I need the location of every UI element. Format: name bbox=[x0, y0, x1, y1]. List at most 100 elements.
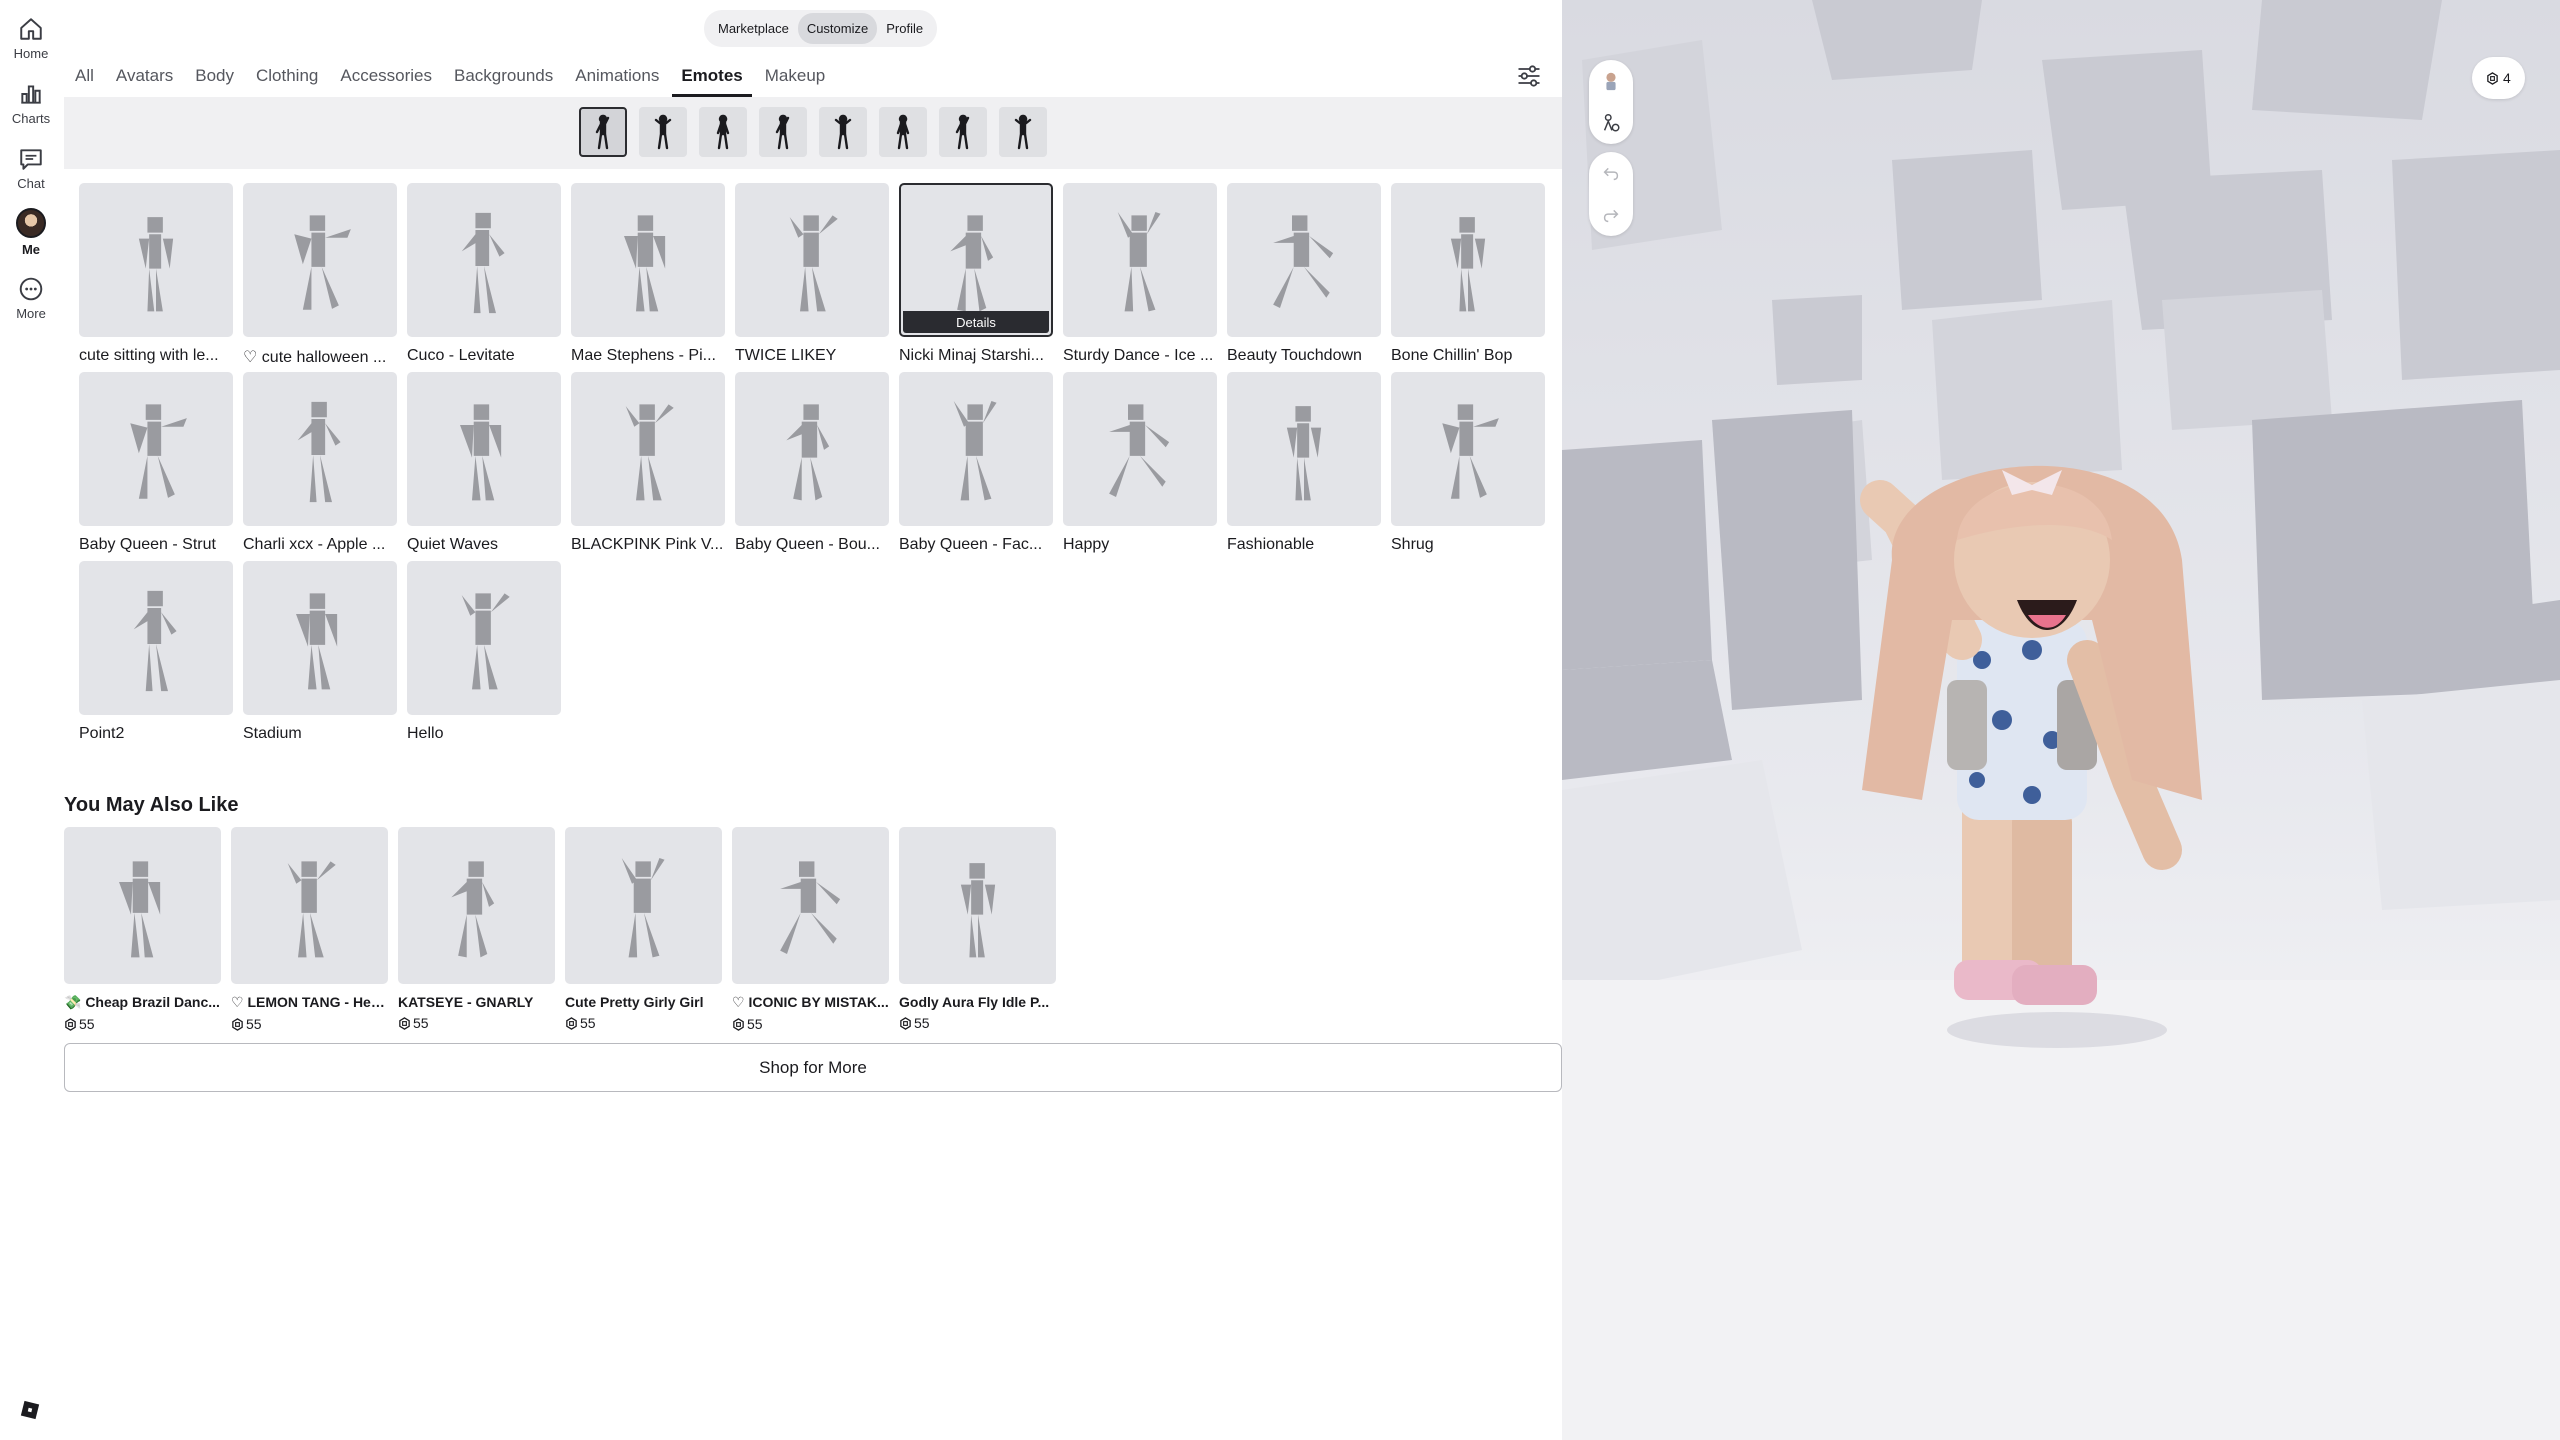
shop-for-more-button[interactable]: Shop for More bbox=[64, 1043, 1562, 1092]
recommended-price: 55 bbox=[231, 1016, 388, 1032]
filter-icon[interactable] bbox=[1515, 62, 1543, 90]
tab-clothing[interactable]: Clothing bbox=[245, 55, 329, 97]
details-button[interactable]: Details bbox=[903, 311, 1049, 333]
emote-pose-icon bbox=[138, 217, 174, 312]
emote-name: Stadium bbox=[243, 725, 302, 742]
emote-pose-icon bbox=[625, 404, 674, 501]
emote-card[interactable]: Quiet Waves bbox=[407, 372, 561, 554]
emote-slot-1[interactable] bbox=[579, 107, 627, 157]
recommended-price: 55 bbox=[732, 1016, 889, 1032]
recommended-item[interactable]: Cute Pretty Girly Girl 55 bbox=[565, 827, 722, 1031]
emote-card[interactable]: Details Nicki Minaj Starshi... bbox=[899, 183, 1053, 365]
emote-card[interactable]: Point2 bbox=[79, 561, 233, 743]
recommended-item[interactable]: Godly Aura Fly Idle P... 55 bbox=[899, 827, 1056, 1031]
emote-name: Fashionable bbox=[1227, 536, 1315, 553]
emote-pose-icon bbox=[461, 593, 510, 690]
avatar-preset-button[interactable] bbox=[1589, 60, 1633, 102]
emote-slot-figure-icon bbox=[955, 114, 970, 150]
emote-slot-6[interactable] bbox=[879, 107, 927, 157]
emote-card[interactable]: Hello bbox=[407, 561, 561, 743]
emote-card[interactable]: Bone Chillin' Bop bbox=[1391, 183, 1545, 365]
recommended-thumbnail bbox=[732, 827, 889, 984]
emote-slot-3[interactable] bbox=[699, 107, 747, 157]
emote-slot-8[interactable] bbox=[999, 107, 1047, 157]
emote-name: Mae Stephens - Pi... bbox=[571, 347, 716, 364]
emote-card[interactable]: Happy bbox=[1063, 372, 1217, 554]
nav-chat[interactable]: Chat bbox=[0, 146, 62, 191]
avatar-character bbox=[1860, 465, 2202, 1048]
emote-card[interactable]: Mae Stephens - Pi... bbox=[571, 183, 725, 365]
avatar-scene bbox=[1562, 0, 2560, 1440]
emote-card[interactable]: ♡ cute halloween ... bbox=[243, 183, 397, 367]
recommended-item[interactable]: KATSEYE - GNARLY 55 bbox=[398, 827, 555, 1031]
nav-me[interactable]: Me bbox=[0, 208, 62, 257]
avatar-3d-preview[interactable] bbox=[1562, 0, 2560, 1440]
nav-charts[interactable]: Charts bbox=[0, 81, 62, 126]
emote-card[interactable]: Sturdy Dance - Ice ... bbox=[1063, 183, 1217, 365]
roblox-logo-icon[interactable] bbox=[19, 1399, 41, 1421]
emote-pose-icon bbox=[450, 860, 494, 957]
emote-slot-2[interactable] bbox=[639, 107, 687, 157]
redo-button[interactable] bbox=[1589, 194, 1633, 236]
emote-thumbnail bbox=[735, 372, 889, 526]
emote-card[interactable]: Shrug bbox=[1391, 372, 1545, 554]
emote-slot-strip bbox=[64, 97, 1562, 169]
tab-marketplace[interactable]: Marketplace bbox=[709, 13, 798, 44]
emote-pose-icon bbox=[779, 860, 840, 954]
emote-card[interactable]: Fashionable bbox=[1227, 372, 1381, 554]
emote-card[interactable]: Baby Queen - Bou... bbox=[735, 372, 889, 554]
emote-card[interactable]: BLACKPINK Pink V... bbox=[571, 372, 725, 554]
nav-more[interactable]: More bbox=[0, 276, 62, 321]
tab-backgrounds[interactable]: Backgrounds bbox=[443, 55, 564, 97]
tab-customize[interactable]: Customize bbox=[797, 13, 878, 44]
preview-tool-group-top bbox=[1589, 60, 1633, 144]
tab-accessories[interactable]: Accessories bbox=[329, 55, 443, 97]
emote-card[interactable]: Cuco - Levitate bbox=[407, 183, 561, 365]
tab-all[interactable]: All bbox=[64, 55, 105, 97]
emote-card[interactable]: Baby Queen - Strut bbox=[79, 372, 233, 554]
recommended-thumbnail bbox=[231, 827, 388, 984]
emote-pose-icon bbox=[461, 212, 505, 314]
recommended-price: 55 bbox=[398, 1015, 555, 1031]
emote-pose-icon bbox=[1117, 212, 1161, 312]
recommended-price-value: 55 bbox=[79, 1016, 95, 1032]
recommended-item[interactable]: ♡ LEMON TANG - Hea... 55 bbox=[231, 827, 388, 1032]
avatar-preset-icon bbox=[1606, 72, 1616, 91]
tab-animations[interactable]: Animations bbox=[564, 55, 670, 97]
emote-pose-icon bbox=[624, 215, 666, 312]
emote-slot-7[interactable] bbox=[939, 107, 987, 157]
avatar bbox=[16, 208, 46, 238]
emote-thumbnail bbox=[571, 183, 725, 337]
emote-thumbnail bbox=[79, 183, 233, 337]
emote-card[interactable]: Charli xcx - Apple ... bbox=[243, 372, 397, 554]
recommended-thumbnail bbox=[398, 827, 555, 984]
emote-name: Baby Queen - Bou... bbox=[735, 536, 880, 553]
emote-card[interactable]: Stadium bbox=[243, 561, 397, 743]
emote-pose-icon bbox=[950, 215, 994, 312]
undo-button[interactable] bbox=[1589, 152, 1633, 194]
robux-balance[interactable]: 4 bbox=[2472, 57, 2525, 99]
emote-card[interactable]: Beauty Touchdown bbox=[1227, 183, 1381, 365]
emote-card[interactable]: cute sitting with le... bbox=[79, 183, 233, 365]
recommended-item[interactable]: ♡ ICONIC BY MISTAK... 55 bbox=[732, 827, 889, 1032]
tab-emotes[interactable]: Emotes bbox=[670, 55, 753, 97]
tab-avatars[interactable]: Avatars bbox=[105, 55, 184, 97]
tab-makeup[interactable]: Makeup bbox=[754, 55, 836, 97]
recommended-thumbnail bbox=[64, 827, 221, 984]
avatar-edit-button[interactable] bbox=[1589, 102, 1633, 144]
emote-pose-icon bbox=[460, 404, 502, 501]
emote-slot-4[interactable] bbox=[759, 107, 807, 157]
emote-pose-icon bbox=[786, 404, 830, 501]
emote-card[interactable]: TWICE LIKEY bbox=[735, 183, 889, 365]
emote-slot-figure-icon bbox=[896, 114, 910, 150]
tab-profile[interactable]: Profile bbox=[877, 13, 932, 44]
robux-icon bbox=[733, 1017, 744, 1031]
emote-thumbnail bbox=[79, 372, 233, 526]
emote-thumbnail bbox=[899, 372, 1053, 526]
recommended-item[interactable]: 💸 Cheap Brazil Danc... 55 bbox=[64, 827, 221, 1032]
emote-slot-5[interactable] bbox=[819, 107, 867, 157]
tab-body[interactable]: Body bbox=[184, 55, 245, 97]
nav-home[interactable]: Home bbox=[0, 16, 62, 61]
emote-name: Nicki Minaj Starshi... bbox=[899, 347, 1044, 364]
emote-card[interactable]: Baby Queen - Fac... bbox=[899, 372, 1053, 554]
